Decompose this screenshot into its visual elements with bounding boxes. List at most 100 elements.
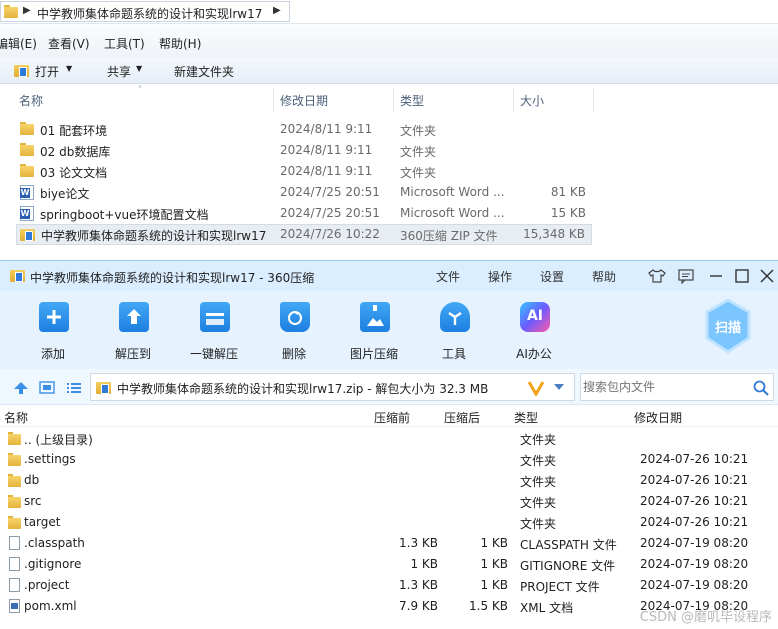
archive-row[interactable]: .project 1.3 KB 1 KB PROJECT 文件 2024-07-… (0, 575, 778, 596)
archive-row[interactable]: .settings 文件夹 2024-07-26 10:21 (0, 449, 778, 470)
column-compressed-after[interactable]: 压缩后 (444, 409, 480, 426)
file-size: 81 KB (550, 185, 586, 199)
share-button[interactable]: 共享 ▼ (106, 62, 150, 80)
file-row[interactable]: 01 配套环境 2024/8/11 9:11 文件夹 (16, 119, 592, 140)
one-click-extract-label: 一键解压 (189, 347, 238, 361)
file-name: 中学教师集体命题系统的设计和实现lrw17 (41, 229, 267, 243)
file-row[interactable]: biye论文 2024/7/25 20:51 Microsoft Word ..… (16, 182, 592, 203)
open-button[interactable]: 打开 ▼ (14, 62, 89, 80)
menu-edit[interactable]: 编辑(E) (0, 35, 37, 52)
file-type: Microsoft Word ... (400, 206, 505, 220)
column-compressed-before[interactable]: 压缩前 (374, 409, 410, 426)
explorer-window: ▶ 中学教师集体命题系统的设计和实现lrw17 ▶ 编辑(E) 查看(V) 工具… (0, 0, 778, 260)
menu-file[interactable]: 文件 (436, 268, 460, 285)
zip-window: 中学教师集体命题系统的设计和实现lrw17 - 360压缩 文件 操作 设置 帮… (0, 260, 778, 629)
close-icon[interactable] (759, 268, 775, 284)
chevron-down-icon[interactable] (553, 383, 565, 391)
column-size[interactable]: 大小 (520, 92, 544, 109)
tools-button[interactable]: 工具 (419, 299, 489, 365)
zip-column-header: 名称 压缩前 压缩后 类型 修改日期 (0, 405, 778, 427)
search-box[interactable] (580, 373, 774, 401)
column-divider[interactable] (393, 88, 394, 112)
one-click-extract-button[interactable]: 一键解压 (179, 299, 249, 365)
file-name: 03 论文文档 (40, 166, 108, 180)
delete-button[interactable]: 删除 (259, 299, 329, 365)
ai-office-button[interactable]: AI AI办公 (499, 299, 569, 365)
search-input[interactable] (583, 378, 743, 396)
column-divider[interactable] (273, 88, 274, 112)
breadcrumb[interactable]: ▶ 中学教师集体命题系统的设计和实现lrw17 ▶ (0, 1, 290, 22)
column-type[interactable]: 类型 (400, 92, 424, 109)
explorer-column-header: 名称 ˄ 修改日期 类型 大小 (0, 85, 778, 112)
entry-type: CLASSPATH 文件 (520, 538, 617, 552)
archive-row[interactable]: .. (上级目录) 文件夹 (0, 428, 778, 449)
column-name[interactable]: 名称 (19, 92, 43, 109)
menu-view[interactable]: 查看(V) (48, 35, 90, 52)
file-type: 文件夹 (400, 145, 437, 159)
menu-help[interactable]: 帮助 (592, 268, 616, 285)
menu-tools[interactable]: 工具(T) (104, 35, 145, 52)
up-arrow-icon[interactable] (13, 381, 29, 395)
new-folder-button[interactable]: 新建文件夹 (174, 63, 234, 80)
archive-row[interactable]: target 文件夹 2024-07-26 10:21 (0, 512, 778, 533)
column-type[interactable]: 类型 (514, 409, 538, 426)
maximize-icon[interactable] (734, 268, 750, 284)
file-row[interactable]: 02 db数据库 2024/8/11 9:11 文件夹 (16, 140, 592, 161)
image-compress-button[interactable]: 图片压缩 (339, 299, 409, 365)
extract-to-button[interactable]: 解压到 (98, 299, 168, 365)
folder-icon (8, 495, 21, 508)
entry-date: 2024-07-19 08:20 (640, 578, 749, 592)
file-date: 2024/7/25 20:51 (280, 185, 380, 199)
extract-to-icon (119, 302, 149, 332)
entry-name: .. (上级目录) (24, 433, 93, 447)
menu-help[interactable]: 帮助(H) (159, 35, 201, 52)
add-icon (39, 302, 69, 332)
column-date[interactable]: 修改日期 (634, 409, 682, 426)
entry-name: .settings (24, 452, 76, 466)
entry-size-before: 1 KB (410, 557, 438, 571)
entry-date: 2024-07-19 08:20 (640, 536, 749, 550)
archive-row[interactable]: src 文件夹 2024-07-26 10:21 (0, 491, 778, 512)
file-date: 2024/8/11 9:11 (280, 143, 373, 157)
column-name[interactable]: 名称 (4, 409, 28, 426)
file-size: 15,348 KB (523, 227, 585, 241)
file-row-selected[interactable]: 中学教师集体命题系统的设计和实现lrw17 2024/7/26 10:22 36… (16, 224, 592, 245)
word-icon (20, 185, 34, 200)
archive-row[interactable]: .gitignore 1 KB 1 KB GITIGNORE 文件 2024-0… (0, 554, 778, 575)
scan-button[interactable]: 扫描 (703, 298, 753, 354)
zip-toolbar: 添加 解压到 一键解压 删除 图片压缩 工具 AI AI办公 扫描 (0, 291, 778, 369)
search-icon[interactable] (753, 380, 769, 396)
archive-row[interactable]: .classpath 1.3 KB 1 KB CLASSPATH 文件 2024… (0, 533, 778, 554)
entry-name: db (24, 473, 40, 487)
entry-type: PROJECT 文件 (520, 580, 600, 594)
thumbnail-view-icon[interactable] (39, 381, 55, 395)
file-name: 01 配套环境 (40, 124, 108, 138)
column-date[interactable]: 修改日期 (280, 92, 328, 109)
open-label: 打开 (35, 65, 60, 79)
list-view-icon[interactable] (66, 381, 82, 395)
column-divider[interactable] (593, 88, 594, 112)
minimize-icon[interactable] (708, 269, 724, 283)
file-type: 文件夹 (400, 124, 437, 138)
file-name: springboot+vue环境配置文档 (40, 208, 209, 222)
feedback-icon[interactable] (677, 268, 695, 284)
entry-size-before: 1.3 KB (399, 536, 438, 550)
skin-icon[interactable] (648, 268, 666, 284)
column-divider[interactable] (513, 88, 514, 112)
ai-office-icon: AI (520, 302, 550, 332)
file-row[interactable]: springboot+vue环境配置文档 2024/7/25 20:51 Mic… (16, 203, 592, 224)
archive-row[interactable]: db 文件夹 2024-07-26 10:21 (0, 470, 778, 491)
menu-settings[interactable]: 设置 (540, 268, 564, 285)
breadcrumb-folder[interactable]: 中学教师集体命题系统的设计和实现lrw17 (37, 5, 262, 22)
menu-operation[interactable]: 操作 (488, 268, 512, 285)
file-row[interactable]: 03 论文文档 2024/8/11 9:11 文件夹 (16, 161, 592, 182)
chevron-right-icon[interactable]: ▶ (273, 5, 281, 16)
archive-path-field[interactable]: 中学教师集体命题系统的设计和实现lrw17.zip - 解包大小为 32.3 M… (90, 373, 575, 401)
add-button[interactable]: 添加 (18, 299, 88, 365)
file-name: 02 db数据库 (40, 145, 111, 159)
entry-size-after: 1 KB (480, 557, 508, 571)
file-size: 15 KB (550, 206, 586, 220)
entry-size-after: 1.5 KB (469, 599, 508, 613)
entry-type: 文件夹 (520, 517, 557, 531)
zip-icon (20, 227, 35, 241)
